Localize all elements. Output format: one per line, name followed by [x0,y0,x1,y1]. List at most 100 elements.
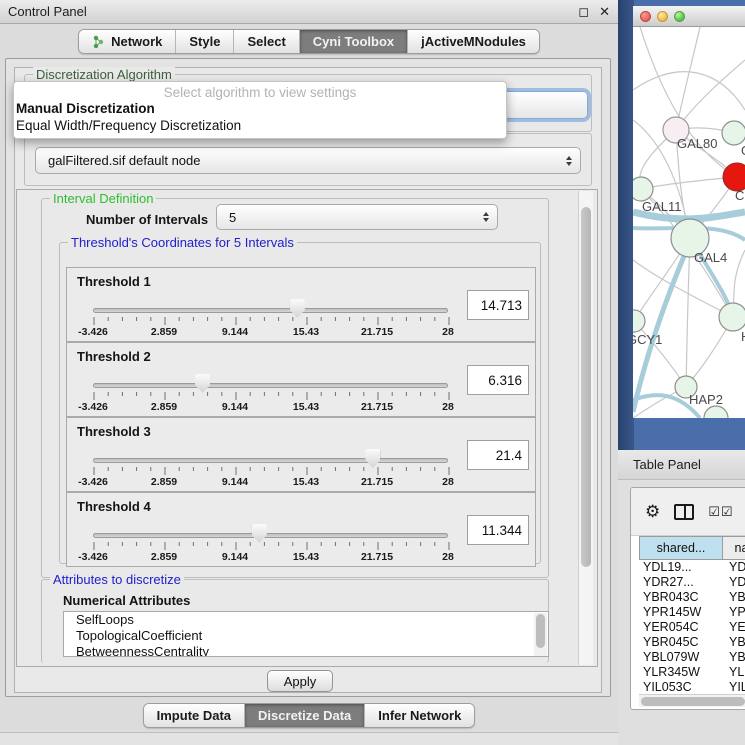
table-cell[interactable]: YBL079W [639,650,723,665]
attributes-scrollbar-thumb[interactable] [536,614,545,648]
tab-discretize-data[interactable]: Discretize Data [245,704,365,727]
network-node-label: GAL4 [694,250,727,265]
table-cell[interactable]: YBR0 [723,590,745,605]
table-cell[interactable]: YBR043C [639,590,723,605]
settings-scrollbar[interactable] [578,191,593,665]
table-toolbar: ⚙ ☑☑ [631,488,745,536]
network-edge[interactable] [633,72,745,110]
table-row[interactable]: YDL19...YDL1 [639,560,745,575]
tab-impute-data[interactable]: Impute Data [144,704,245,727]
table-row[interactable]: YBR043CYBR0 [639,590,745,605]
tab-network[interactable]: Network [79,30,176,53]
tab-style[interactable]: Style [176,30,234,53]
table-cell[interactable]: YIL0 [723,680,745,695]
network-node[interactable] [722,121,745,145]
table-row[interactable]: YDR27...YDR2 [639,575,745,590]
top-tab-bar: NetworkStyleSelectCyni ToolboxjActiveMNo… [0,29,618,54]
threshold-value-field[interactable]: 21.4 [467,440,529,470]
slider-track[interactable] [93,308,448,313]
column-checkboxes-icon[interactable]: ☑☑ [708,504,733,520]
close-traffic-light-icon[interactable] [640,11,651,22]
network-node[interactable] [704,406,728,418]
close-icon[interactable]: ✕ [599,5,610,18]
tab-cyni-toolbox[interactable]: Cyni Toolbox [300,30,408,53]
table-row[interactable]: YBL079WYBL0 [639,650,745,665]
table-cell[interactable]: YDR2 [723,575,745,590]
dropdown-item-manual-discretization[interactable]: Manual Discretization [14,100,506,117]
slider-track[interactable] [93,458,448,463]
slider-track[interactable] [93,533,448,538]
column-header-shared-name[interactable]: shared... [639,536,723,560]
apply-button[interactable]: Apply [267,670,333,692]
threshold-value-field[interactable]: 11.344 [467,515,529,545]
threshold-value-field[interactable]: 14.713 [467,290,529,320]
tick-label: -3.426 [78,551,108,563]
table-cell[interactable]: YDL19... [639,560,723,575]
zoom-traffic-light-icon[interactable] [674,11,685,22]
control-panel-titlebar: Control Panel ◻ ✕ [0,0,618,24]
table-row[interactable]: YLR345WYLR3 [639,665,745,680]
network-node[interactable] [719,303,745,331]
tick-label: 28 [442,551,454,563]
table-cell[interactable]: YPR1 [723,605,745,620]
float-window-icon[interactable]: ◻ [578,5,589,18]
tick-label: -3.426 [78,401,108,413]
table-cell[interactable]: YIL053C [639,680,723,695]
node-table: ⚙ ☑☑ shared... na YDL19...YDL1YDR27...YD… [630,487,745,710]
table-cell[interactable]: YDL1 [723,560,745,575]
table-cell[interactable]: YDR27... [639,575,723,590]
gear-icon[interactable]: ⚙ [645,503,660,520]
network-edge[interactable] [633,260,733,317]
minimize-traffic-light-icon[interactable] [657,11,668,22]
table-hscrollbar-thumb[interactable] [641,697,745,706]
tick-label: 9.144 [222,476,248,488]
network-edge[interactable] [676,60,745,130]
table-row[interactable]: YER054CYER0 [639,620,745,635]
table-cell[interactable]: YBR0 [723,635,745,650]
table-cell[interactable]: YBL0 [723,650,745,665]
column-header-name[interactable]: na [723,536,745,560]
tab-select[interactable]: Select [234,30,299,53]
table-cell[interactable]: YER054C [639,620,723,635]
dropdown-item-equal-width-frequency[interactable]: Equal Width/Frequency Discretization [14,117,506,134]
table-data-combobox[interactable]: galFiltered.sif default node [35,147,581,174]
network-edge[interactable] [641,177,737,189]
tick-label: 28 [442,476,454,488]
network-edge[interactable] [686,238,690,387]
attribute-item[interactable]: TopologicalCoefficient [64,628,548,644]
network-node-label: GAL80 [677,136,717,151]
tick-label: 21.715 [361,551,393,563]
threshold-label: Threshold 3 [77,424,151,439]
settings-scrollbar-thumb[interactable] [581,207,591,567]
network-node[interactable] [633,310,645,332]
table-cell[interactable]: YLR3 [723,665,745,680]
tick-label: 9.144 [222,401,248,413]
slider-tick-labels: -3.4262.8599.14415.4321.71528 [93,476,448,488]
network-node[interactable] [633,177,653,201]
network-edge[interactable] [640,27,737,177]
tick-label: 21.715 [361,401,393,413]
network-canvas[interactable]: GAL80GAGAL11GAL4CGCY1HHAP2 [633,27,745,418]
attribute-item[interactable]: SelfLoops [64,612,548,628]
table-cell[interactable]: YER0 [723,620,745,635]
split-columns-icon[interactable] [674,504,694,520]
table-horizontal-scrollbar[interactable] [639,694,745,707]
network-window-titlebar[interactable] [633,6,745,27]
number-of-intervals-combobox[interactable]: 5 [216,204,498,230]
attributes-scrollbar[interactable] [534,613,547,657]
attribute-item[interactable]: BetweennessCentrality [64,644,548,657]
dropdown-hint-item[interactable]: Select algorithm to view settings [14,82,506,100]
slider-ticks [93,316,450,326]
table-row[interactable]: YBR045CYBR0 [639,635,745,650]
tab-jactivemnodules[interactable]: jActiveMNodules [408,30,539,53]
combo-arrows-icon [483,212,489,222]
table-cell[interactable]: YLR345W [639,665,723,680]
table-row[interactable]: YPR145WYPR1 [639,605,745,620]
table-cell[interactable]: YPR145W [639,605,723,620]
tab-infer-network[interactable]: Infer Network [365,704,474,727]
table-row[interactable]: YIL053CYIL0 [639,680,745,695]
threshold-value-field[interactable]: 6.316 [467,365,529,395]
table-cell[interactable]: YBR045C [639,635,723,650]
network-node-label: GA [741,143,745,158]
slider-track[interactable] [93,383,448,388]
